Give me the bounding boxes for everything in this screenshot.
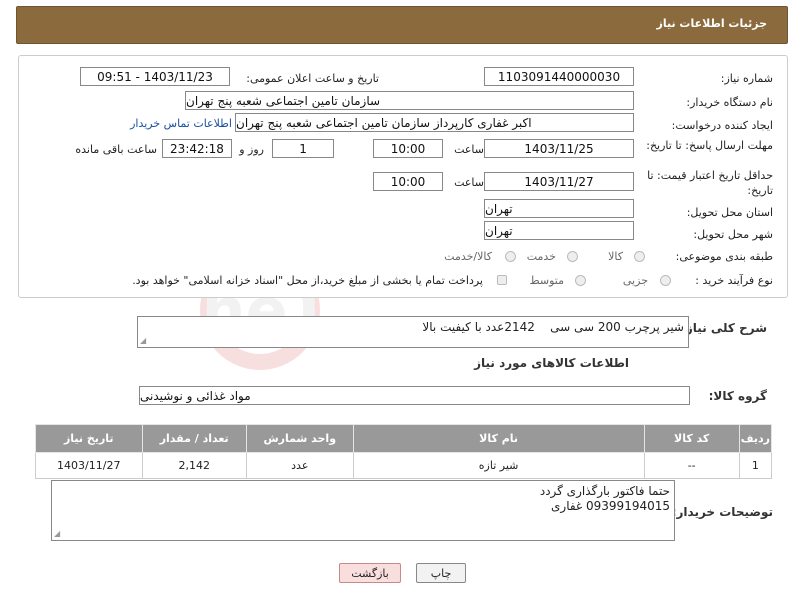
creator-field: اکبر غفاری کارپرداز سازمان تامین اجتماعی… bbox=[235, 113, 634, 132]
need-number-field: 1103091440000030 bbox=[484, 67, 634, 86]
buyer-org-field: سازمان تامین اجتماعی شعبه پنج تهران bbox=[185, 91, 634, 110]
buyer-notes-line2: 09399194015 غفاری bbox=[551, 499, 670, 513]
page-title: جزئیات اطلاعات نیاز bbox=[656, 17, 768, 30]
goods-section-title: اطلاعات کالاهای مورد نیاز bbox=[474, 356, 629, 370]
reply-deadline-label: مهلت ارسال پاسخ: تا تاریخ: bbox=[646, 139, 773, 152]
city-field: تهران bbox=[484, 221, 634, 240]
category-radio-goods[interactable] bbox=[634, 251, 645, 262]
category-radio-goods-service[interactable] bbox=[505, 251, 516, 262]
col-header-date: تاریخ نیاز bbox=[35, 424, 143, 453]
announce-field: 1403/11/23 - 09:51 bbox=[80, 67, 230, 86]
contact-info-link[interactable]: اطلاعات تماس خریدار bbox=[130, 117, 232, 130]
process-option-medium: متوسط bbox=[529, 274, 564, 287]
creator-label: ایجاد کننده درخواست: bbox=[671, 119, 773, 132]
cell-unit: عدد bbox=[245, 452, 354, 479]
col-header-code: کد کالا bbox=[643, 424, 740, 453]
category-radio-service[interactable] bbox=[567, 251, 578, 262]
cell-date: 1403/11/27 bbox=[35, 452, 143, 479]
print-button[interactable]: چاپ bbox=[416, 563, 466, 583]
buyer-notes-textarea[interactable]: حتما فاکتور بارگذاری گردد 09399194015 غف… bbox=[51, 480, 675, 541]
cell-name: شیر تازه bbox=[352, 452, 645, 479]
process-radio-medium[interactable] bbox=[575, 275, 586, 286]
validity-hour-label: ساعت bbox=[454, 176, 484, 189]
payment-checkbox[interactable] bbox=[497, 275, 507, 285]
goods-group-label: گروه کالا: bbox=[708, 389, 767, 403]
city-label: شهر محل تحویل: bbox=[693, 228, 773, 241]
validity-time-field: 10:00 bbox=[373, 172, 443, 191]
remaining-label: ساعت باقی مانده bbox=[75, 143, 157, 156]
col-header-qty: تعداد / مقدار bbox=[141, 424, 247, 453]
process-radio-minor[interactable] bbox=[660, 275, 671, 286]
reply-hour-label: ساعت bbox=[454, 143, 484, 156]
reply-date-field: 1403/11/25 bbox=[484, 139, 634, 158]
category-label: طبقه بندی موضوعی: bbox=[675, 250, 773, 263]
category-option-goods-service: کالا/خدمت bbox=[444, 250, 492, 263]
cell-qty: 2,142 bbox=[141, 452, 247, 479]
description-text: شیر پرچرب 200 سی سی 2142عدد با کیفیت بال… bbox=[422, 320, 684, 334]
goods-table: ردیف کد کالا نام کالا واحد شمارش تعداد /… bbox=[35, 424, 773, 479]
process-option-minor: جزیی bbox=[622, 274, 648, 287]
description-textarea[interactable]: شیر پرچرب 200 سی سی 2142عدد با کیفیت بال… bbox=[137, 316, 689, 348]
province-label: استان محل تحویل: bbox=[686, 206, 773, 219]
reply-time-field: 10:00 bbox=[373, 139, 443, 158]
description-label: شرح کلی نیاز: bbox=[681, 321, 767, 335]
category-option-service: خدمت bbox=[526, 250, 556, 263]
announce-label: تاریخ و ساعت اعلان عمومی: bbox=[246, 72, 379, 85]
validity-label: حداقل تاریخ اعتبار قیمت: تا تاریخ: bbox=[647, 169, 773, 197]
resize-grip-icon[interactable]: ◢ bbox=[54, 530, 60, 538]
remaining-time-field: 23:42:18 bbox=[162, 139, 232, 158]
goods-table-header: ردیف کد کالا نام کالا واحد شمارش تعداد /… bbox=[35, 424, 773, 453]
resize-grip-icon[interactable]: ◢ bbox=[140, 337, 146, 345]
validity-date-field: 1403/11/27 bbox=[484, 172, 634, 191]
process-label: نوع فرآیند خرید : bbox=[695, 274, 773, 287]
province-field: تهران bbox=[484, 199, 634, 218]
days-field: 1 bbox=[272, 139, 334, 158]
cell-row: 1 bbox=[738, 452, 773, 479]
col-header-unit: واحد شمارش bbox=[245, 424, 354, 453]
buyer-notes-line1: حتما فاکتور بارگذاری گردد bbox=[539, 484, 670, 498]
table-row: 1 -- شیر تازه عدد 2,142 1403/11/27 bbox=[35, 452, 773, 479]
buyer-notes-label: توضیحات خریدار: bbox=[671, 505, 773, 519]
buyer-org-label: نام دستگاه خریدار: bbox=[686, 96, 773, 109]
col-header-name: نام کالا bbox=[352, 424, 645, 453]
days-label: روز و bbox=[239, 143, 264, 156]
category-option-goods: کالا bbox=[608, 250, 623, 263]
col-header-row: ردیف bbox=[738, 424, 773, 453]
back-button[interactable]: بازگشت bbox=[339, 563, 401, 583]
cell-code: -- bbox=[643, 452, 740, 479]
need-number-label: شماره نیاز: bbox=[720, 72, 773, 85]
payment-note: پرداخت تمام یا بخشی از مبلغ خرید،از محل … bbox=[132, 274, 483, 287]
goods-group-field: مواد غذائی و نوشیدنی bbox=[139, 386, 690, 405]
